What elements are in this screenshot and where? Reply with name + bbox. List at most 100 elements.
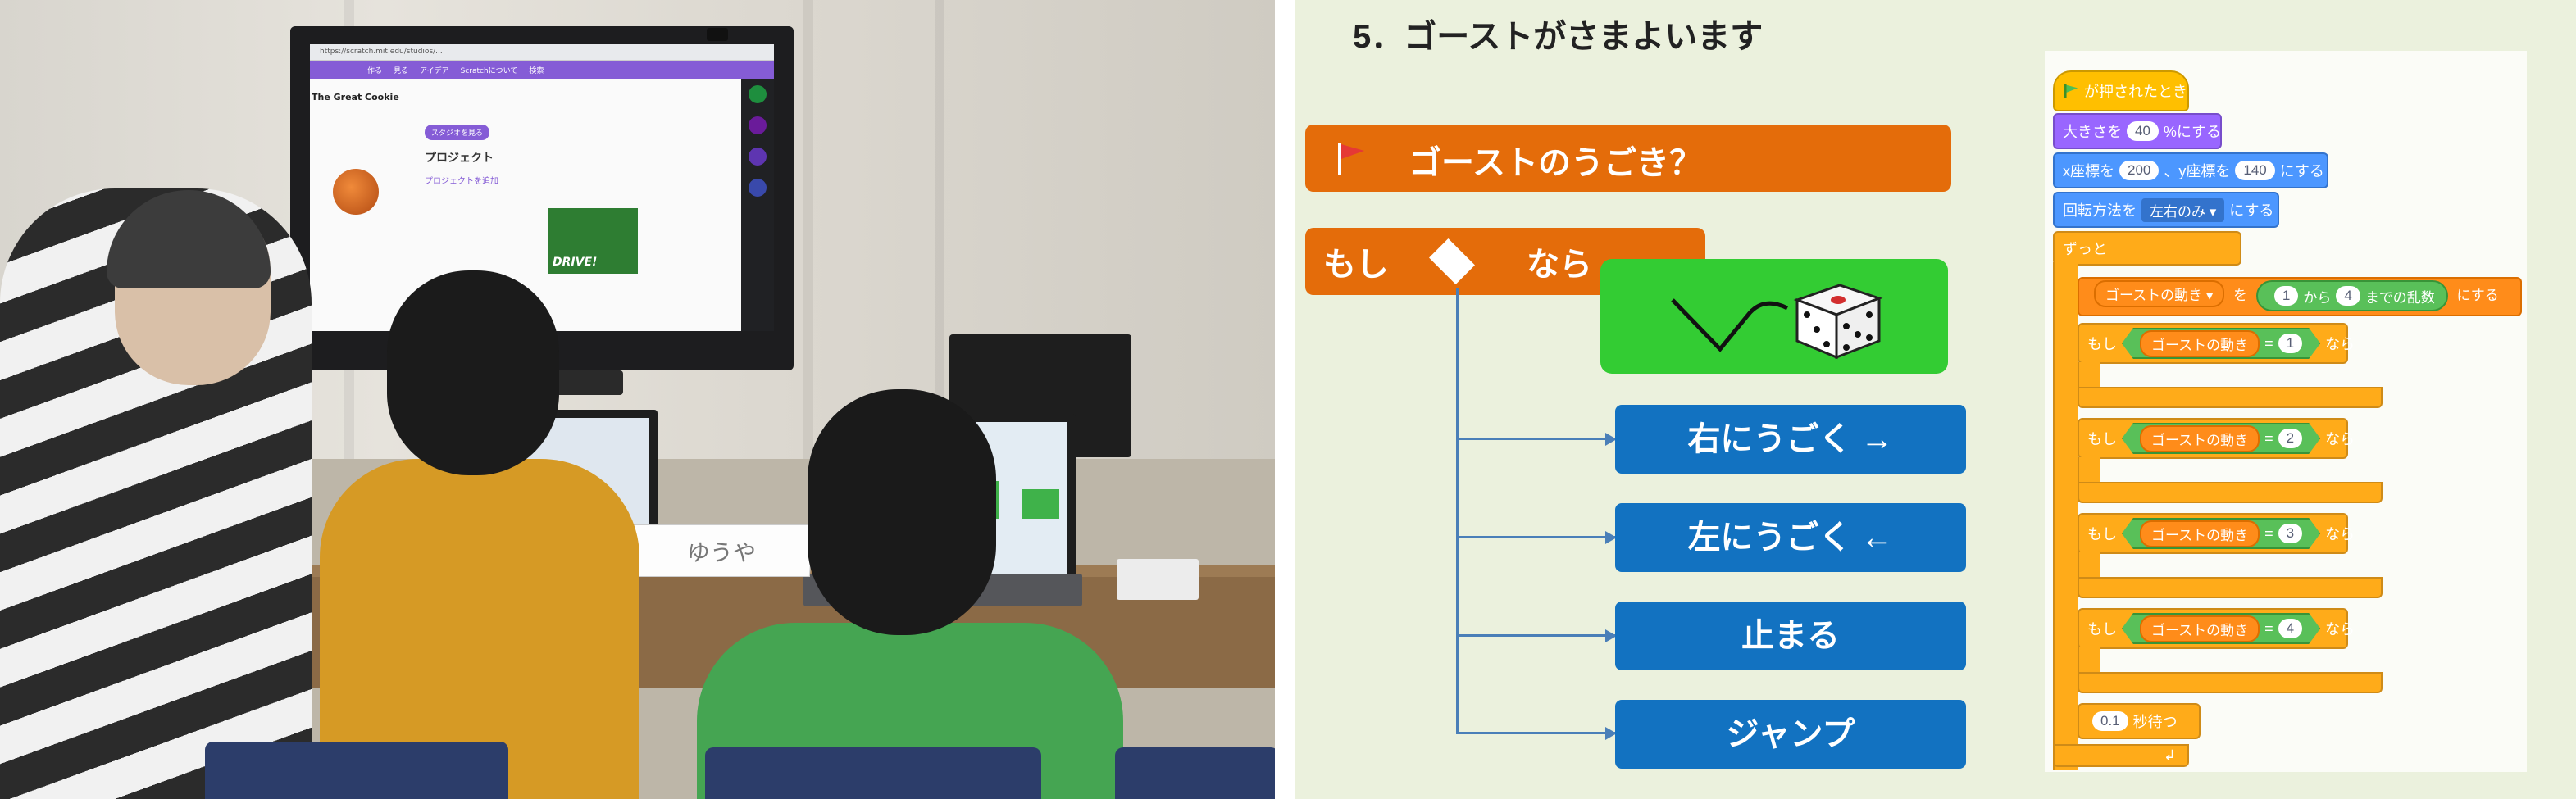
add-project-link: プロジェクトを追加 (425, 177, 498, 186)
block-text: から (2303, 289, 2332, 306)
projects-heading: プロジェクト (425, 152, 494, 165)
condition-value: 2 (2278, 429, 2302, 448)
curtain-fold (803, 0, 813, 492)
block-text: ずっと (2063, 241, 2107, 257)
if-foot (2078, 672, 2383, 693)
video-call-sidebar (741, 79, 774, 331)
child-left-head (387, 270, 559, 475)
condition-variable: ゴーストの動き (2140, 425, 2260, 452)
block-text: なら (2325, 431, 2355, 447)
equals-block: ゴーストの動き = 1 (2122, 328, 2320, 359)
if-block-2: もし ゴーストの動き = 2 なら (2078, 418, 2355, 459)
project-label: DRIVE! (553, 256, 598, 269)
block-text: にする (2279, 163, 2324, 179)
variable-dropdown: ゴーストの動き ▾ (2094, 280, 2225, 307)
nav-item: 見る (394, 66, 409, 75)
random-from: 1 (2273, 286, 2299, 306)
if-foot (2078, 482, 2383, 503)
condition-variable: ゴーストの動き (2140, 615, 2260, 642)
size-value: 40 (2127, 121, 2159, 141)
block-text: なら (2325, 621, 2355, 638)
tree-branch (1456, 732, 1615, 734)
participant-avatar (749, 148, 767, 166)
child-right-head (808, 389, 996, 635)
webcam (707, 28, 728, 41)
block-text: = (2264, 334, 2273, 352)
equals-block: ゴーストの動き = 2 (2122, 423, 2320, 454)
equals-block: ゴーストの動き = 4 (2122, 613, 2320, 644)
condition-value: 4 (2278, 619, 2302, 638)
random-to: 4 (2336, 286, 2360, 306)
condition-diamond (1429, 238, 1475, 284)
nav-item: Scratchについて (460, 66, 518, 75)
dice-icon (1793, 284, 1883, 360)
cookie-thumbnail (333, 169, 379, 215)
block-text: までの乱数 (2364, 289, 2435, 306)
block-text: = (2264, 429, 2273, 447)
hat-label: が押されたとき (2084, 84, 2187, 100)
block-text: 秒待つ (2132, 714, 2178, 730)
name-card: ゆうや (629, 524, 814, 577)
game-sprite (1022, 489, 1059, 519)
if-label: もし (1323, 247, 1389, 283)
lesson-slide: 5．ゴーストがさまよいます ゴーストのうごき？ もし なら 右にうごく → 左に… (1295, 0, 2576, 799)
banner-text: ゴーストのうごき？ (1409, 145, 1702, 181)
nav-item: アイデア (420, 66, 449, 75)
option-jump: ジャンプ (1615, 700, 1966, 769)
wait-value: 0.1 (2092, 711, 2128, 731)
tree-branch (1456, 536, 1615, 538)
studio-tab: スタジオを見る (425, 125, 490, 140)
then-label: なら (1527, 247, 1592, 283)
if-block-1: もし ゴーストの動き = 1 なら (2078, 323, 2355, 364)
condition-variable: ゴーストの動き (2140, 520, 2260, 547)
nav-item: 検索 (529, 66, 544, 75)
paper-card (1117, 559, 1199, 600)
block-text: を (2233, 288, 2248, 303)
set-size-block: 大きさを 40 %にする (2053, 113, 2222, 149)
participant-avatar (749, 85, 767, 103)
rotation-style-block: 回転方法を 左右のみ ▾ にする (2053, 192, 2279, 228)
browser-bar: https://scratch.mit.edu/studios/... (310, 44, 774, 61)
condition-value: 3 (2278, 524, 2302, 543)
if-foot (2078, 577, 2383, 598)
browser-url: https://scratch.mit.edu/studios/... (320, 48, 443, 56)
equals-block: ゴーストの動き = 3 (2122, 518, 2320, 549)
nav-item: 作る (367, 66, 383, 75)
block-text: にする (2229, 202, 2274, 219)
option-stop: 止まる (1615, 602, 1966, 670)
block-text: 回転方法を (2063, 202, 2137, 219)
block-text: = (2264, 620, 2273, 637)
option-move-left: 左にうごく ← (1615, 503, 1966, 572)
tv-screen: https://scratch.mit.edu/studios/... 作る 見… (310, 44, 774, 331)
block-text: x座標を (2063, 163, 2114, 179)
participant-avatar (749, 116, 767, 134)
chair (705, 747, 1041, 799)
random-path-icon (1671, 298, 1789, 352)
block-text: なら (2325, 526, 2355, 543)
block-text: なら (2325, 336, 2355, 352)
if-block-4: もし ゴーストの動き = 4 なら (2078, 608, 2355, 649)
block-text: もし (2087, 336, 2117, 352)
chair (205, 742, 508, 799)
go-to-xy-block: x座標を 200 、y座標を 140 にする (2053, 152, 2328, 188)
forever-foot: ↲ (2053, 744, 2189, 767)
forever-block: ずっと (2053, 231, 2241, 266)
condition-variable: ゴーストの動き (2140, 330, 2260, 357)
when-flag-clicked-block: が押されたとき (2053, 70, 2189, 111)
scratch-nav: 作る 見る アイデア Scratchについて 検索 (310, 61, 774, 79)
tree-trunk (1456, 288, 1459, 733)
slide-title: 5．ゴーストがさまよいます (1353, 19, 1764, 55)
rotation-dropdown: 左右のみ ▾ (2141, 197, 2225, 222)
tree-branch (1456, 634, 1615, 637)
random-block: 1 から 4 までの乱数 (2255, 280, 2448, 311)
block-text: もし (2087, 621, 2117, 638)
condition-value: 1 (2278, 334, 2302, 353)
set-variable-block: ゴーストの動き ▾ を 1 から 4 までの乱数 にする (2078, 277, 2522, 316)
classroom-photo: https://scratch.mit.edu/studios/... 作る 見… (0, 0, 1275, 799)
block-text: %にする (2163, 124, 2222, 140)
block-text: = (2264, 524, 2273, 542)
if-block-3: もし ゴーストの動き = 3 なら (2078, 513, 2355, 554)
block-text: もし (2087, 431, 2117, 447)
block-text: 大きさを (2063, 124, 2122, 140)
block-text: もし (2087, 526, 2117, 543)
